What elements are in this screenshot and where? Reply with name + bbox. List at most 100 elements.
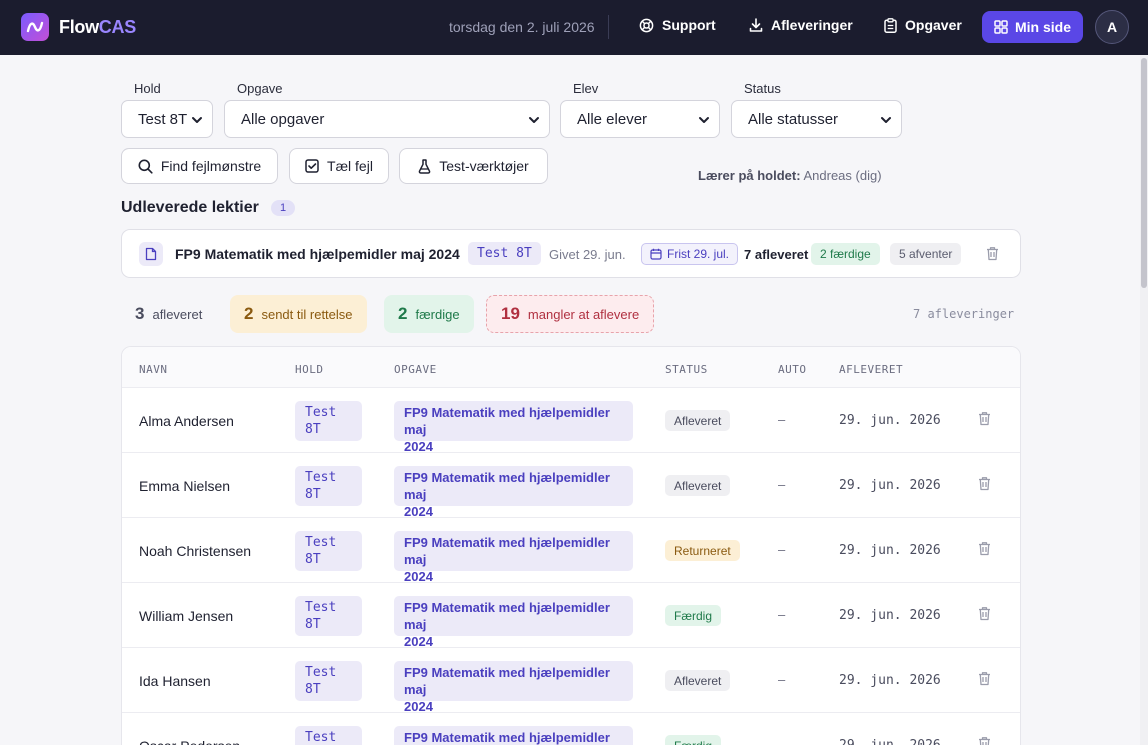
opgave-chip-line: FP9 Matematik med hjælpemidler maj [404,600,610,632]
avatar[interactable]: A [1095,10,1129,44]
opgave-chip[interactable]: FP9 Matematik med hjælpemidler maj2024 [394,726,633,745]
summary-mangler[interactable]: 19 mangler at aflevere [486,295,655,333]
chevron-down-icon [699,117,709,123]
teacher-info: Lærer på holdet: Andreas (dig) [698,168,882,183]
table-row[interactable]: Alma Andersen Test 8T FP9 Matematik med hjæ… [122,388,1020,454]
lesson-faerdige-badge: 2 færdige [811,243,880,265]
opgaver-link[interactable]: Opgaver [884,17,962,33]
header-hold[interactable]: HOLD [295,363,324,376]
student-name[interactable]: Oscar Pedersen [139,738,240,745]
header-status[interactable]: STATUS [665,363,708,376]
opgave-chip-line: FP9 Matematik med hjælpemidler maj [404,405,610,437]
table-row[interactable]: Noah Christensen Test 8T FP9 Matematik med … [122,518,1020,584]
trash-icon[interactable] [978,541,991,556]
afleveret-date: 29. jun. 2026 [839,738,941,745]
opgave-chip[interactable]: FP9 Matematik med hjælpemidler maj2024 [394,531,633,584]
min-side-button[interactable]: Min side [982,11,1083,43]
download-icon [749,17,763,32]
elev-select[interactable]: Alle elever [560,100,720,138]
auto-value: – [778,477,786,492]
hold-chip[interactable]: Test8T [295,726,362,745]
hold-chip[interactable]: Test8T [295,596,362,636]
status-badge: Returneret [665,540,740,561]
header-afleveret[interactable]: AFLEVERET [839,363,903,376]
opgave-chip[interactable]: FP9 Matematik med hjælpemidler maj2024 [394,661,633,714]
min-side-label: Min side [1014,19,1071,35]
hold-select[interactable]: Test 8T [121,100,213,138]
table-header: NAVN HOLD OPGAVE STATUS AUTO AFLEVERET [122,347,1020,388]
trash-icon[interactable] [978,606,991,621]
search-icon [138,159,153,174]
summary-mangler-label: mangler at aflevere [527,306,640,322]
hold-select-value: Test 8T [138,110,188,128]
trash-icon[interactable] [978,671,991,686]
clipboard-icon [884,17,897,33]
top-bar: FlowCAS torsdag den 2. juli 2026 Support… [0,0,1148,55]
test-vaerktojer-button[interactable]: Test-værktøjer [399,148,548,184]
lesson-card[interactable]: FP9 Matematik med hjælpemidler maj 2024 … [121,229,1021,278]
trash-icon[interactable] [978,476,991,491]
chevron-down-icon [881,117,891,123]
status-badge: Færdig [665,735,722,745]
hold-chip[interactable]: Test8T [295,531,362,571]
opgave-chip[interactable]: FP9 Matematik med hjælpemidler maj2024 [394,466,633,519]
afleveret-date: 29. jun. 2026 [839,413,941,428]
opgave-chip-line: FP9 Matematik med hjælpemidler maj [404,665,610,697]
hold-chip-line: 8T [305,422,321,437]
opgave-chip[interactable]: FP9 Matematik med hjælpemidler maj2024 [394,596,633,649]
table-row[interactable]: Ida Hansen Test 8T FP9 Matematik med hjælpe… [122,648,1020,714]
auto-value: – [778,542,786,557]
student-name[interactable]: Ida Hansen [139,673,211,689]
summary-afleveret[interactable]: 3 afleveret [121,295,216,333]
header-auto[interactable]: AUTO [778,363,807,376]
status-badge: Afleveret [665,670,731,691]
status-badge: Færdig [665,605,722,626]
app-logo[interactable]: FlowCAS [21,13,136,41]
trash-icon[interactable] [978,736,991,745]
opgave-select[interactable]: Alle opgaver [224,100,550,138]
table-row[interactable]: Emma Nielsen Test 8T FP9 Matematik med hjæl… [122,453,1020,519]
student-name[interactable]: Noah Christensen [139,543,251,559]
hold-chip-line: Test [305,600,337,615]
student-name[interactable]: William Jensen [139,608,233,624]
table-row[interactable]: William Jensen Test 8T FP9 Matematik med hj… [122,583,1020,649]
flask-icon [418,158,431,174]
support-link[interactable]: Support [639,17,716,33]
status-select[interactable]: Alle statusser [731,100,902,138]
hold-chip[interactable]: Test8T [295,466,362,506]
afleveret-date: 29. jun. 2026 [839,543,941,558]
tael-fejl-button[interactable]: Tæl fejl [289,148,389,184]
grid-icon [994,20,1008,34]
opgave-chip[interactable]: FP9 Matematik med hjælpemidler maj2024 [394,401,633,454]
afleveret-date: 29. jun. 2026 [839,608,941,623]
auto-value: – [778,412,786,427]
afleveringer-link[interactable]: Afleveringer [749,17,853,33]
student-name[interactable]: Emma Nielsen [139,478,230,494]
table-row[interactable]: Oscar Pedersen Test8T FP9 Matematik med hj… [122,713,1020,745]
hold-chip-line: Test [305,470,337,485]
find-fejlmonstre-button[interactable]: Find fejlmønstre [121,148,278,184]
student-name[interactable]: Alma Andersen [139,413,234,429]
summary-sendt-til-rettelse[interactable]: 2 sendt til rettelse [230,295,367,333]
status-label: Status [744,81,781,96]
lifebuoy-icon [639,18,654,32]
app-name: FlowCAS [59,16,136,37]
header-opgave[interactable]: OPGAVE [394,363,437,376]
elev-label: Elev [573,81,599,96]
trash-icon[interactable] [986,246,999,261]
trash-icon[interactable] [978,411,991,426]
afleveret-date: 29. jun. 2026 [839,478,941,493]
hold-chip[interactable]: Test8T [295,661,362,701]
teacher-value: Andreas (dig) [803,168,882,183]
elev-select-value: Alle elever [577,110,648,128]
afleveringer-label: Afleveringer [771,17,853,33]
header-navn[interactable]: NAVN [139,363,168,376]
summary-faerdige-num: 2 [398,304,408,323]
scrollbar-thumb[interactable] [1141,58,1147,288]
summary-total: 7 afleveringer [913,307,1015,321]
lesson-deadline: Frist 29. jul. [641,243,739,265]
hold-chip[interactable]: Test8T [295,401,362,441]
section-title: Udleverede lektier [121,199,259,216]
summary-faerdige[interactable]: 2 færdige [384,295,474,333]
hold-label: Hold [134,81,161,96]
